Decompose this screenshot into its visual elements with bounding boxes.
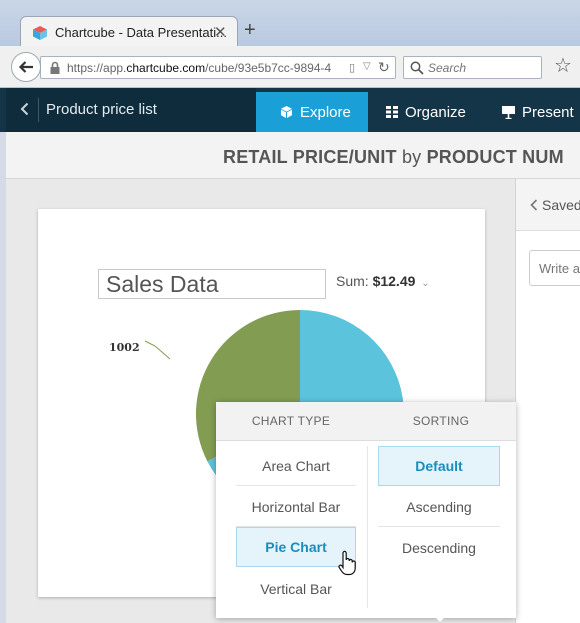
header-divider (38, 98, 39, 122)
tab-present-label: Present (522, 103, 574, 121)
tab-explore[interactable]: Explore (256, 92, 368, 132)
sorting-header: SORTING (366, 402, 516, 441)
sum-selector[interactable]: Sum: $12.49 ⌄ (336, 273, 430, 289)
reader-view-icon[interactable]: ▯ (349, 61, 355, 74)
url-dropdown-icon[interactable]: ▽ (363, 61, 371, 72)
tab-present[interactable]: Present (502, 92, 574, 132)
presentation-icon (502, 105, 515, 119)
option-area-chart[interactable]: Area Chart (236, 446, 356, 486)
chart-heading-bar: RETAIL PRICE/UNIT by PRODUCT NUM (6, 132, 580, 179)
lock-icon (50, 61, 60, 74)
note-input[interactable] (530, 251, 580, 285)
url-domain: chartcube.com (126, 61, 206, 75)
slice-label-leader (144, 340, 171, 360)
chevron-down-icon: ⌄ (421, 278, 430, 289)
chart-heading: RETAIL PRICE/UNIT by PRODUCT NUM (223, 147, 564, 168)
hand-cursor-icon (338, 550, 356, 576)
chevron-left-icon (530, 199, 538, 211)
heading-metric[interactable]: RETAIL PRICE/UNIT (223, 147, 397, 167)
browser-tab[interactable]: Chartcube - Data Presentati... ✕ (20, 16, 238, 48)
option-sort-ascending[interactable]: Ascending (378, 487, 500, 527)
sum-label: Sum: (336, 273, 369, 289)
browser-tab-strip: Chartcube - Data Presentati... ✕ + (0, 0, 580, 48)
slice-label: 1002 (109, 341, 140, 354)
heading-by: by (401, 147, 422, 167)
chevron-left-icon (20, 102, 29, 116)
option-sort-default[interactable]: Default (378, 446, 500, 486)
app-header: Product price list Explore Organize Pres… (0, 88, 580, 132)
chart-options-popup: CHART TYPE SORTING Area Chart Horizontal… (216, 402, 516, 622)
chart-type-header: CHART TYPE (216, 402, 366, 441)
note-box[interactable] (529, 250, 580, 286)
search-icon (410, 61, 424, 75)
heading-dimension[interactable]: PRODUCT NUM (427, 147, 564, 167)
back-button[interactable] (11, 52, 41, 82)
column-divider (367, 446, 368, 608)
popup-pointer (432, 614, 448, 622)
browser-search-input[interactable] (428, 59, 538, 77)
option-sort-descending[interactable]: Descending (378, 528, 500, 568)
back-to-list[interactable]: Product price list (6, 88, 256, 132)
tab-organize[interactable]: Organize (386, 92, 466, 132)
chart-title-input[interactable]: Sales Data (98, 269, 326, 299)
browser-navbar: https://app.chartcube.com/cube/93e5b7cc-… (0, 46, 580, 88)
url-text[interactable]: https://app.chartcube.com/cube/93e5b7cc-… (67, 61, 332, 75)
side-panel: Saved (515, 179, 580, 623)
url-prefix: https://app. (67, 61, 127, 75)
bookmark-star-icon[interactable]: ☆ (554, 56, 572, 76)
close-tab-icon[interactable]: ✕ (214, 23, 227, 41)
browser-tab-title: Chartcube - Data Presentati... (55, 25, 227, 40)
reload-icon[interactable]: ↻ (378, 59, 390, 76)
grid-icon (386, 106, 398, 118)
tab-explore-label: Explore (300, 103, 351, 121)
tab-organize-label: Organize (405, 103, 466, 121)
sum-value: $12.49 (372, 273, 416, 289)
option-horizontal-bar[interactable]: Horizontal Bar (236, 487, 356, 527)
new-tab-button[interactable]: + (244, 20, 256, 40)
chartcube-logo-icon (33, 26, 47, 40)
url-bar[interactable]: https://app.chartcube.com/cube/93e5b7cc-… (40, 56, 396, 79)
project-title: Product price list (46, 101, 157, 118)
saved-link[interactable]: Saved (530, 197, 580, 213)
cube-icon (280, 105, 293, 119)
browser-search-box[interactable] (403, 56, 542, 79)
back-arrow-icon (18, 61, 33, 73)
saved-label: Saved (542, 197, 580, 213)
url-path: /cube/93e5b7cc-9894-4 (205, 61, 332, 75)
saved-header[interactable]: Saved (516, 179, 580, 231)
